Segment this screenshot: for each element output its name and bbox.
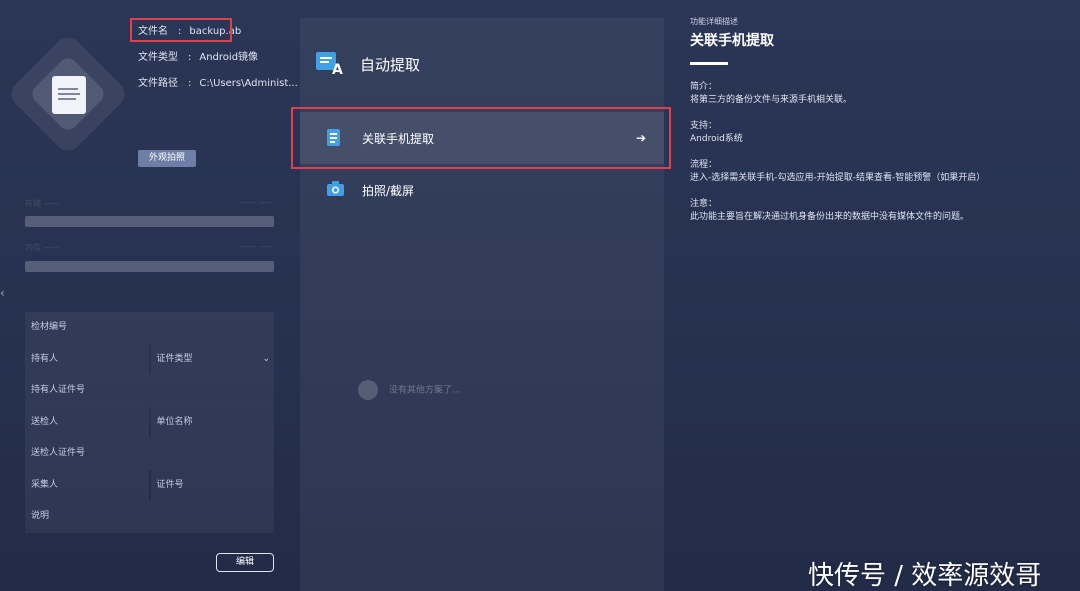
evidence-info-panel: 文件名 : backup.ab 文件类型 : Android镜像 文件路径 : …	[0, 0, 298, 591]
file-type-value: Android镜像	[199, 52, 259, 63]
section-heading: 简介：	[690, 82, 718, 92]
support-section: 支持： Android系统	[690, 120, 1070, 145]
file-type-separator: :	[188, 52, 192, 63]
form-row: 说明	[25, 501, 274, 533]
file-document-icon	[52, 76, 86, 114]
section-body: Android系统	[690, 134, 743, 144]
memory-progress-value: —— ——	[239, 242, 274, 251]
storage-progress-value: —— ——	[239, 198, 274, 207]
extraction-methods-panel: A 自动提取 关联手机提取 ➔ 拍照/截屏 没有其他方案了...	[300, 18, 664, 591]
auto-extract-icon: A	[316, 50, 344, 80]
function-description-panel: 功能详细描述 关联手机提取 简介： 将第三方的备份文件与来源手机相关联。 支持：…	[690, 16, 1070, 237]
file-path-separator: :	[188, 78, 192, 89]
collector-field[interactable]: 采集人	[25, 469, 149, 500]
holder-id-field[interactable]: 持有人证件号	[25, 375, 274, 406]
memory-progress-label: 内存 ——	[25, 243, 60, 252]
collapse-arrow-icon[interactable]: ‹	[0, 286, 5, 300]
holder-field[interactable]: 持有人	[25, 343, 149, 374]
submitter-field[interactable]: 送检人	[25, 406, 149, 437]
panel-title: 自动提取	[360, 56, 421, 74]
section-heading: 注意：	[690, 199, 718, 209]
form-row: 持有人证件号	[25, 375, 274, 407]
form-row: 送检人 单位名称	[25, 406, 274, 438]
title-underline	[690, 62, 728, 65]
empty-state-text: 没有其他方案了...	[388, 385, 461, 396]
option-label: 拍照/截屏	[362, 183, 415, 198]
id-type-label: 证件类型	[156, 353, 193, 364]
evidence-number-field[interactable]: 检材编号	[25, 312, 274, 343]
form-row: 采集人 证件号	[25, 469, 274, 501]
form-row: 检材编号	[25, 312, 274, 344]
camera-icon	[326, 180, 346, 202]
storage-progress-header: 存储 —— —— ——	[0, 198, 274, 210]
section-body: 将第三方的备份文件与来源手机相关联。	[690, 95, 853, 105]
section-body: 进入-选择需关联手机-勾选应用-开始提取-结果查看-智能预警（如果开启）	[690, 173, 986, 183]
organization-field[interactable]: 单位名称	[150, 406, 274, 437]
file-type-row: 文件类型 : Android镜像	[138, 50, 298, 76]
appearance-photo-button[interactable]: 外观拍照	[138, 150, 196, 167]
empty-state-icon	[358, 380, 378, 400]
intro-section: 简介： 将第三方的备份文件与来源手机相关联。	[690, 81, 1070, 106]
file-type-label: 文件类型	[138, 52, 178, 63]
description-subtitle: 功能详细描述	[690, 17, 738, 26]
form-row: 持有人 证件类型 ⌄	[25, 343, 274, 375]
form-row: 送检人证件号	[25, 438, 274, 470]
storage-progress-bar	[25, 216, 274, 227]
description-title: 关联手机提取	[690, 33, 774, 49]
empty-state: 没有其他方案了...	[358, 380, 460, 400]
note-section: 注意： 此功能主要旨在解决通过机身备份出来的数据中没有媒体文件的问题。	[690, 198, 1070, 223]
evidence-form: 检材编号 持有人 证件类型 ⌄ 持有人证件号 送检人 单位名称 送检人证件号 采…	[25, 312, 274, 533]
memory-progress-bar	[25, 261, 274, 272]
option-photo-screenshot[interactable]: 拍照/截屏	[300, 164, 664, 216]
option-highlight	[291, 107, 671, 169]
id-number-field[interactable]: 证件号	[150, 469, 274, 500]
section-body: 此功能主要旨在解决通过机身备份出来的数据中没有媒体文件的问题。	[690, 212, 970, 222]
section-heading: 支持：	[690, 121, 718, 131]
chevron-down-icon: ⌄	[262, 353, 270, 364]
source-watermark: 快传号 / 效率源效哥	[808, 561, 1042, 591]
process-section: 流程： 进入-选择需关联手机-勾选应用-开始提取-结果查看-智能预警（如果开启）	[690, 159, 1070, 184]
submitter-id-field[interactable]: 送检人证件号	[25, 438, 274, 469]
memory-progress-header: 内存 —— —— ——	[0, 242, 274, 254]
file-path-value: C:\Users\Administ...	[199, 78, 298, 89]
id-type-select[interactable]: 证件类型 ⌄	[150, 343, 274, 374]
edit-button[interactable]: 编辑	[216, 553, 274, 572]
file-path-label: 文件路径	[138, 78, 178, 89]
section-heading: 流程：	[690, 160, 718, 170]
svg-text:A: A	[332, 62, 343, 76]
storage-progress-label: 存储 ——	[25, 199, 60, 208]
description-field[interactable]: 说明	[25, 501, 274, 532]
file-name-highlight	[130, 18, 232, 42]
file-path-row: 文件路径 : C:\Users\Administ...	[138, 76, 298, 102]
